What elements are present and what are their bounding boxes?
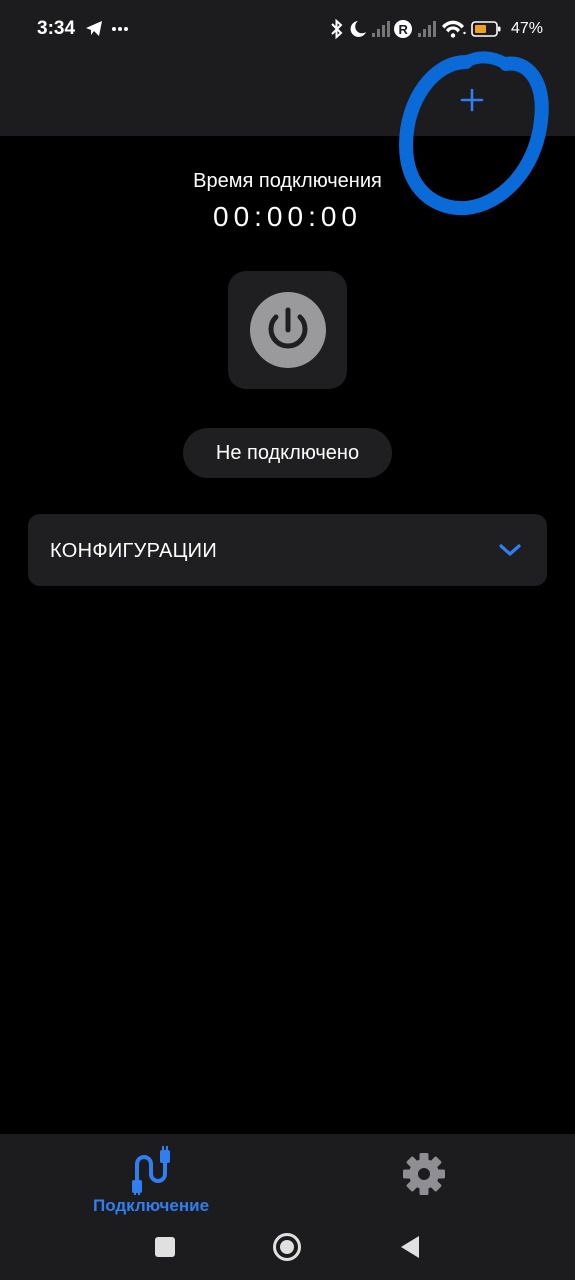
connection-icon (132, 1146, 170, 1195)
more-options-button[interactable] (528, 82, 548, 122)
top-app-bar (0, 60, 575, 136)
bluetooth-icon (331, 18, 343, 40)
telegram-icon (86, 21, 102, 36)
status-bar: 3:34 R 47% (0, 0, 575, 60)
battery-percent: 47% (510, 20, 543, 37)
status-time: 3:34 (37, 18, 76, 39)
recents-square-icon (155, 1237, 175, 1257)
back-triangle-icon (401, 1236, 419, 1258)
home-button[interactable] (272, 1232, 302, 1267)
more-vert-icon (535, 89, 541, 113)
system-navigation-bar (0, 1220, 575, 1280)
add-configuration-button[interactable] (452, 80, 492, 120)
more-notifications-icon (112, 27, 128, 31)
back-button[interactable] (398, 1234, 422, 1265)
nav-item-connection[interactable]: Подключение (78, 1144, 224, 1220)
signal-icon (417, 21, 436, 37)
nav-item-settings[interactable] (396, 1146, 452, 1202)
configurations-dropdown[interactable]: КОНФИГУРАЦИИ (28, 514, 547, 586)
bottom-navigation: Подключение (0, 1134, 575, 1280)
recents-button[interactable] (154, 1236, 176, 1263)
do-not-disturb-icon (350, 21, 366, 37)
connection-timer: 00:00:00 (213, 201, 362, 232)
roaming-icon: R (393, 20, 412, 38)
connection-status-badge: Не подключено (183, 428, 392, 478)
chevron-down-icon (499, 544, 521, 556)
notification-icons (84, 17, 134, 46)
system-status-icons: R 47% (328, 17, 543, 41)
nav-item-connection-label: Подключение (92, 1196, 210, 1215)
plus-icon (460, 88, 484, 112)
signal-icon (371, 21, 390, 37)
configurations-title: КОНФИГУРАЦИИ (50, 540, 218, 562)
power-toggle-button[interactable] (228, 271, 347, 389)
gear-icon (403, 1153, 445, 1195)
connection-time-label: Время подключения (193, 170, 382, 192)
battery-icon (471, 21, 501, 37)
home-circle-icon (273, 1233, 301, 1261)
power-icon (249, 292, 326, 368)
wifi-icon (441, 20, 466, 38)
svg-text:R: R (398, 22, 408, 37)
